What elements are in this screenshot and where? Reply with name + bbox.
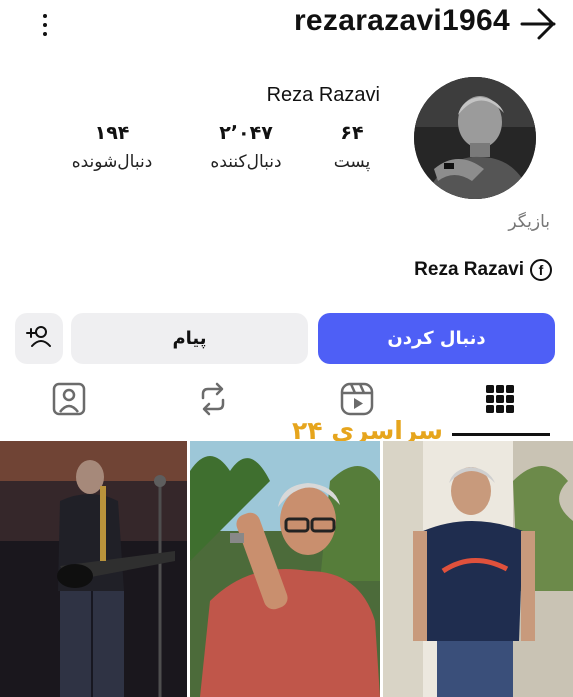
follow-button[interactable]: دنبال کردن [318, 313, 555, 364]
stat-posts-value: ۶۴ [340, 122, 364, 144]
post-thumbnail[interactable] [0, 441, 187, 697]
tab-reposts[interactable] [183, 378, 243, 424]
stat-following-label: دنبال‌شونده [71, 152, 153, 172]
back-arrow-icon[interactable] [512, 6, 560, 42]
repost-icon [197, 382, 229, 420]
stat-following[interactable]: ۱۹۴ دنبال‌شونده [52, 122, 172, 172]
stat-posts-label: پست [333, 152, 371, 172]
suggest-people-button[interactable] [15, 313, 63, 364]
message-button[interactable]: پیام [71, 313, 308, 364]
grid-icon [485, 384, 515, 418]
active-tab-indicator [452, 433, 550, 436]
tab-tagged[interactable] [39, 378, 99, 424]
stat-posts[interactable]: ۶۴ پست [292, 122, 412, 172]
profile-username: rezarazavi1964 [293, 4, 510, 37]
facebook-link-text: Reza Razavi [414, 259, 524, 280]
stat-followers-value: ۲٬۰۴۷ [219, 122, 273, 144]
stat-following-value: ۱۹۴ [94, 122, 130, 144]
facebook-icon: f [530, 259, 552, 281]
tagged-icon [52, 382, 86, 420]
add-person-icon [26, 325, 52, 352]
stat-followers-label: دنبال‌کننده [210, 152, 282, 172]
post-thumbnail[interactable] [383, 441, 573, 697]
tab-grid[interactable] [470, 378, 530, 424]
profile-display-name: Reza Razavi [266, 84, 380, 106]
profile-category: بازیگر [508, 212, 550, 232]
stat-followers[interactable]: ۲٬۰۴۷ دنبال‌کننده [186, 122, 306, 172]
more-options-icon[interactable] [30, 10, 60, 40]
profile-avatar[interactable] [414, 77, 536, 199]
post-thumbnail[interactable] [190, 441, 380, 697]
facebook-profile-link[interactable]: Reza Razavi f [300, 256, 552, 284]
reels-icon [340, 382, 374, 420]
